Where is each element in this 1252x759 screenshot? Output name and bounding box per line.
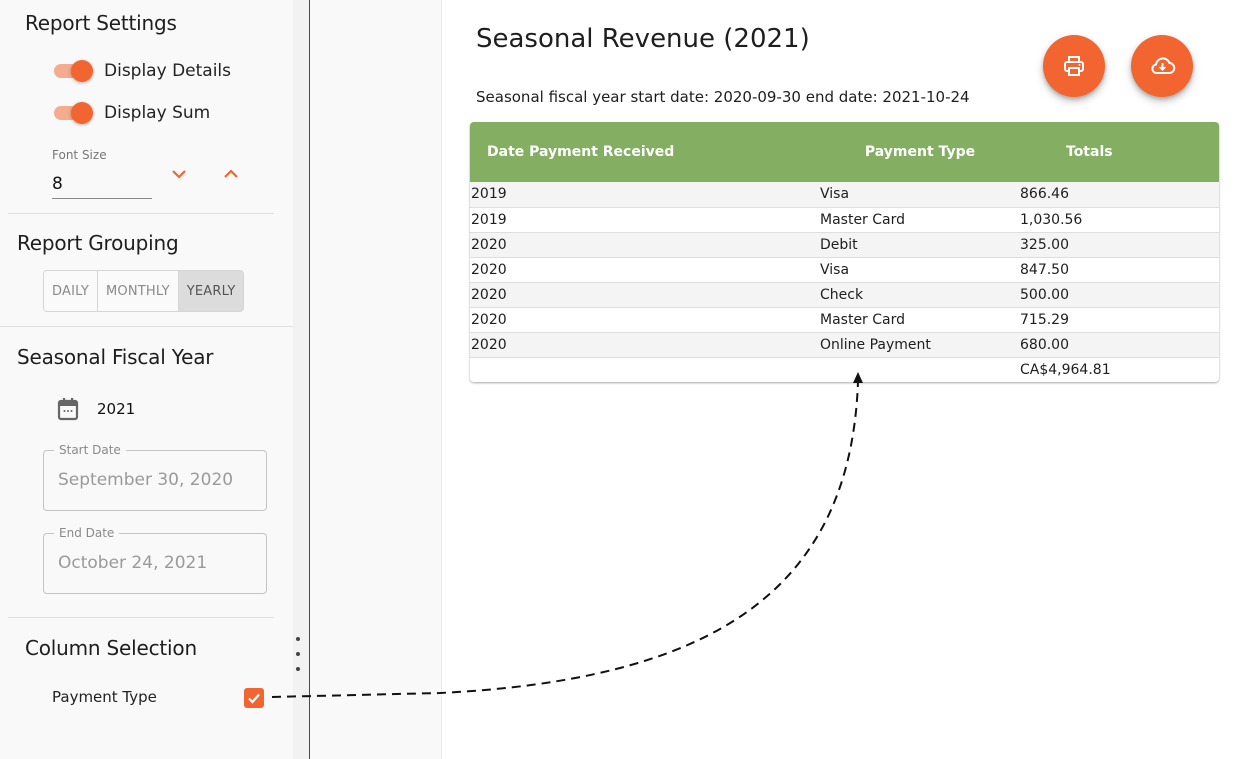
end-date-value: October 24, 2021 [58, 553, 208, 573]
cell-total: 325.00 [1020, 236, 1069, 253]
revenue-table: Date Payment Received Payment Type Total… [470, 122, 1219, 382]
grand-total: CA$4,964.81 [1020, 361, 1111, 378]
start-date-label: Start Date [54, 443, 126, 457]
display-sum-row: Display Sum [52, 101, 210, 125]
display-sum-label: Display Sum [104, 103, 211, 123]
fiscal-year-value: 2021 [97, 400, 136, 418]
display-details-label: Display Details [104, 61, 232, 81]
checkmark-icon [248, 693, 260, 704]
cell-payment-type: Master Card [820, 311, 906, 328]
settings-sidebar: Report Settings Display Details Display … [0, 0, 293, 759]
download-button[interactable] [1131, 35, 1193, 97]
cell-total: 680.00 [1020, 336, 1069, 353]
table-total-row: CA$4,964.81 [470, 357, 1219, 382]
cloud-download-icon [1151, 57, 1176, 74]
grouping-monthly-button[interactable]: MONTHLY [97, 271, 179, 311]
end-date-field[interactable]: End Date October 24, 2021 [43, 526, 267, 594]
cell-date: 2019 [471, 211, 507, 228]
grouping-daily-button[interactable]: DAILY [44, 271, 98, 311]
seasonal-fiscal-year-title: Seasonal Fiscal Year [17, 345, 214, 369]
report-panel: Seasonal Revenue (2021) Seasonal fiscal … [443, 0, 1252, 759]
font-size-input[interactable] [52, 168, 152, 199]
cell-date: 2020 [471, 311, 507, 328]
cell-total: 866.46 [1020, 186, 1069, 203]
cell-date: 2020 [471, 286, 507, 303]
cell-date: 2020 [471, 336, 507, 353]
table-row: 2019 Visa 866.46 [470, 182, 1219, 207]
font-size-label: Font Size [52, 148, 107, 162]
report-title: Seasonal Revenue (2021) [476, 24, 810, 54]
cell-date: 2020 [471, 236, 507, 253]
toggle-knob [71, 60, 93, 82]
column-selection-title: Column Selection [25, 636, 197, 660]
more-options-icon[interactable] [296, 637, 300, 682]
section-divider [8, 213, 274, 214]
grouping-yearly-button[interactable]: YEARLY [178, 271, 244, 311]
cell-total: 715.29 [1020, 311, 1069, 328]
table-header-row: Date Payment Received Payment Type Total… [470, 122, 1219, 182]
cell-payment-type: Debit [820, 236, 858, 253]
increase-font-button[interactable] [221, 164, 241, 184]
payment-type-column-label: Payment Type [52, 688, 157, 706]
display-details-toggle[interactable] [52, 59, 94, 83]
cell-total: 847.50 [1020, 261, 1069, 278]
cell-payment-type: Check [820, 286, 864, 303]
cell-payment-type: Master Card [820, 211, 906, 228]
section-divider [0, 326, 293, 327]
grouping-button-group: DAILY MONTHLY YEARLY [43, 270, 245, 312]
cell-date: 2020 [471, 261, 507, 278]
fiscal-year-picker[interactable]: 2021 [57, 397, 135, 421]
report-subtitle: Seasonal fiscal year start date: 2020-09… [476, 88, 970, 106]
calendar-icon [57, 398, 79, 421]
chevron-up-icon [224, 169, 238, 178]
decrease-font-button[interactable] [169, 164, 189, 184]
cell-payment-type: Visa [820, 261, 850, 278]
toggle-knob [71, 102, 93, 124]
report-settings-title: Report Settings [25, 11, 177, 35]
print-button[interactable] [1043, 35, 1105, 97]
table-row: 2020 Visa 847.50 [470, 257, 1219, 282]
start-date-field[interactable]: Start Date September 30, 2020 [43, 443, 267, 511]
start-date-value: September 30, 2020 [58, 470, 234, 490]
report-grouping-title: Report Grouping [17, 231, 179, 255]
cell-date: 2019 [471, 186, 507, 203]
cell-total: 500.00 [1020, 286, 1069, 303]
cell-payment-type: Visa [820, 186, 850, 203]
chevron-down-icon [172, 170, 186, 179]
display-details-row: Display Details [52, 59, 231, 83]
column-header-payment-type[interactable]: Payment Type [820, 122, 1020, 182]
table-row: 2020 Debit 325.00 [470, 232, 1219, 257]
table-row: 2020 Online Payment 680.00 [470, 332, 1219, 357]
section-divider [8, 617, 274, 618]
payment-type-checkbox[interactable] [244, 688, 264, 708]
end-date-label: End Date [54, 526, 120, 540]
column-header-date[interactable]: Date Payment Received [470, 122, 820, 182]
main-gutter [310, 0, 442, 759]
print-icon [1064, 56, 1084, 76]
display-sum-toggle[interactable] [52, 101, 94, 125]
cell-payment-type: Online Payment [820, 336, 931, 353]
column-header-totals[interactable]: Totals [1020, 122, 1219, 182]
table-row: 2020 Check 500.00 [470, 282, 1219, 307]
table-row: 2020 Master Card 715.29 [470, 307, 1219, 332]
table-row: 2019 Master Card 1,030.56 [470, 207, 1219, 232]
cell-total: 1,030.56 [1020, 211, 1083, 228]
